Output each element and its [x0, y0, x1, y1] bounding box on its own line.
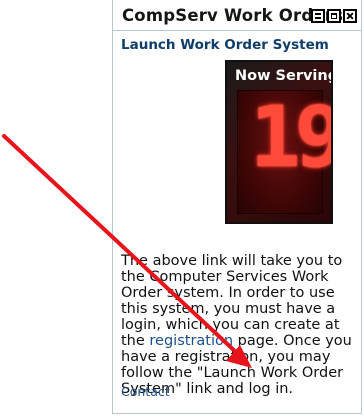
maximize-icon[interactable]	[327, 9, 341, 23]
now-serving-label: Now Serving	[235, 68, 333, 84]
now-serving-image: Now Serving 19	[225, 60, 333, 224]
led-display-panel: 19	[237, 90, 331, 214]
launch-work-order-link[interactable]: Launch Work Order System	[121, 37, 329, 53]
page: CompServ Work Orders Launch Work Order S…	[0, 0, 364, 416]
serving-number: 19	[250, 88, 333, 186]
portlet-description: The above link will take you to the Comp…	[121, 253, 359, 397]
window-buttons	[311, 9, 357, 23]
registration-link[interactable]: registration	[149, 333, 233, 349]
close-icon[interactable]	[343, 9, 357, 23]
contact-link[interactable]: Contact	[121, 384, 170, 399]
portlet-title: CompServ Work Orders	[122, 6, 344, 25]
work-orders-portlet: CompServ Work Orders Launch Work Order S…	[112, 0, 362, 414]
portlet-titlebar: CompServ Work Orders	[113, 0, 361, 31]
minimize-icon[interactable]	[311, 9, 325, 23]
